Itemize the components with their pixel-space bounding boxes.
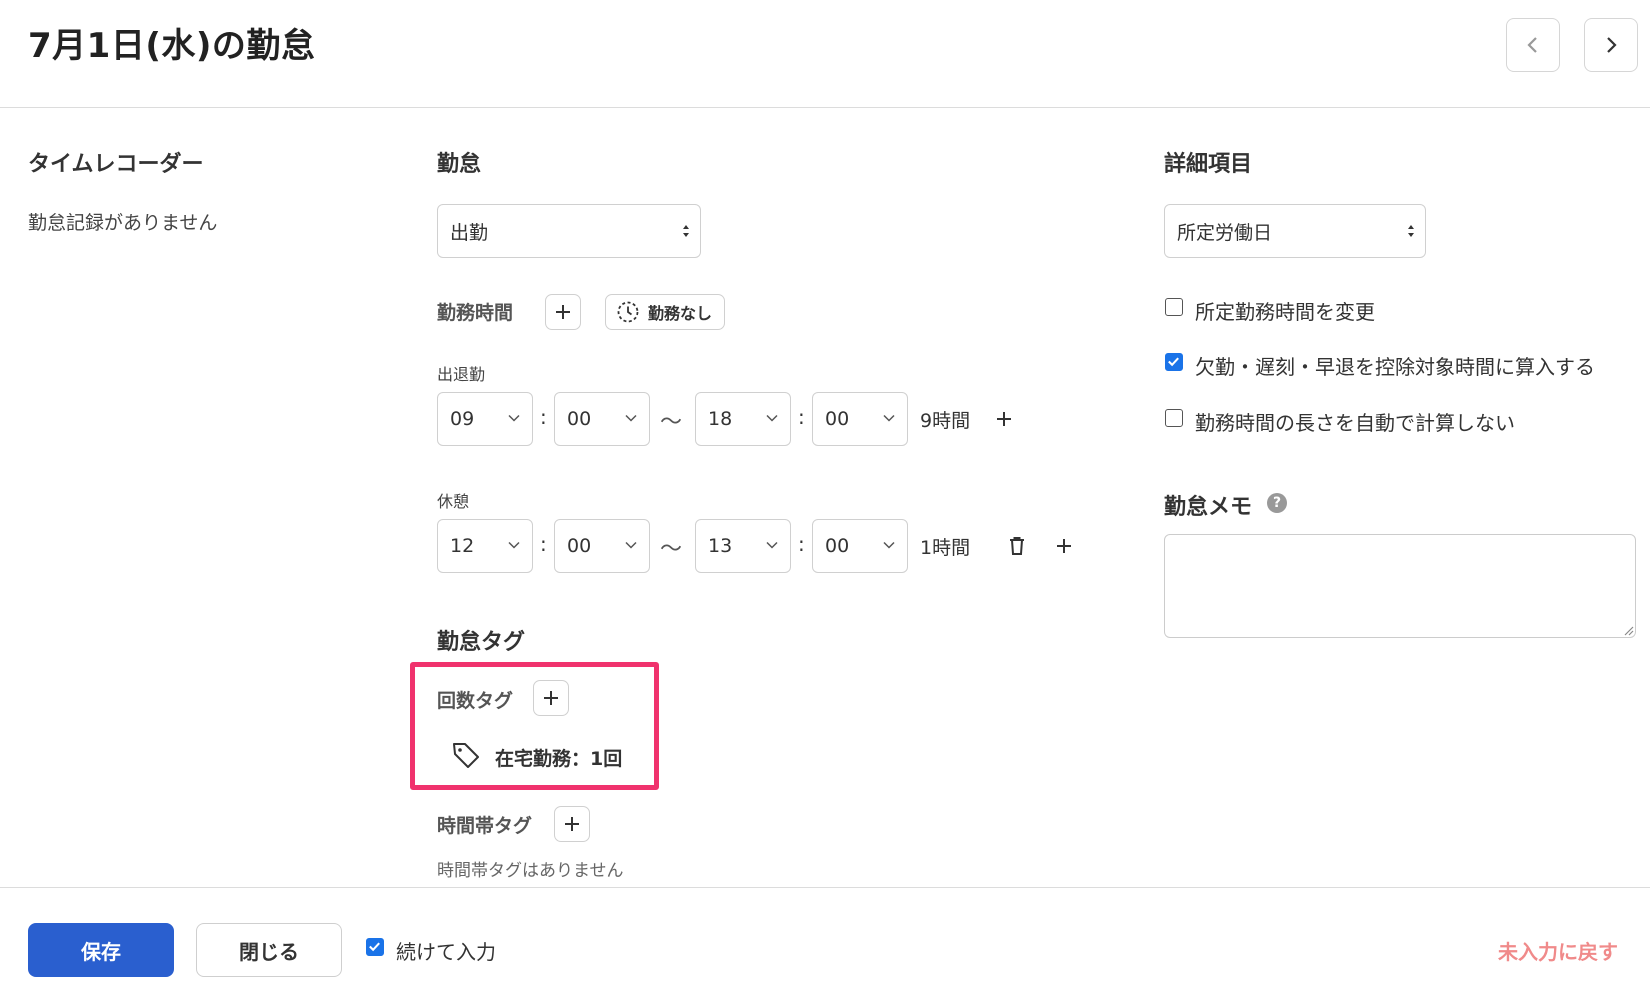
chevron-down-icon — [508, 414, 520, 422]
time-tilde: ～ — [660, 537, 683, 562]
page-header: 7月1日(水)の勤怠 — [0, 0, 1650, 108]
tags-heading: 勤怠タグ — [437, 630, 526, 655]
break-start-min-value: 00 — [567, 535, 592, 557]
chevron-down-icon — [766, 541, 778, 549]
shift-end-hour-value: 18 — [708, 408, 733, 430]
no-work-button[interactable]: 勤務なし — [605, 294, 726, 330]
help-icon[interactable]: ? — [1267, 493, 1287, 513]
no-work-label: 勤務なし — [648, 304, 713, 323]
continue-input-checkbox[interactable] — [366, 938, 384, 956]
time-colon: : — [540, 532, 547, 556]
resize-grip-icon[interactable] — [1622, 624, 1634, 636]
page-title: 7月1日(水)の勤怠 — [28, 26, 316, 66]
checkmark-icon — [1168, 357, 1179, 367]
select-updown-icon — [1408, 225, 1414, 237]
plus-icon — [997, 412, 1011, 426]
break-end-min-select[interactable]: 00 — [812, 519, 908, 573]
save-button[interactable]: 保存 — [28, 923, 174, 977]
add-break-button[interactable] — [1052, 534, 1076, 558]
chevron-down-icon — [625, 541, 637, 549]
break-end-min-value: 00 — [825, 535, 850, 557]
attendance-type-select[interactable]: 出勤 — [437, 204, 701, 258]
change-scheduled-hours-label: 所定勤務時間を変更 — [1195, 300, 1375, 324]
add-work-time-button[interactable] — [545, 294, 581, 330]
time-tilde: ～ — [660, 410, 683, 435]
shift-start-min-select[interactable]: 00 — [554, 392, 650, 446]
break-label: 休憩 — [437, 492, 470, 511]
day-type-select[interactable]: 所定労働日 — [1164, 204, 1426, 258]
details-heading: 詳細項目 — [1164, 152, 1253, 177]
timezone-tag-empty: 時間帯タグはありません — [437, 861, 624, 881]
trash-icon — [1010, 537, 1024, 555]
add-shift-button[interactable] — [992, 407, 1016, 431]
shift-start-hour-value: 09 — [450, 408, 475, 430]
attendance-heading: 勤怠 — [437, 152, 482, 177]
break-end-hour-select[interactable]: 13 — [695, 519, 791, 573]
attendance-type-value: 出勤 — [450, 221, 489, 244]
shift-end-hour-select[interactable]: 18 — [695, 392, 791, 446]
add-count-tag-button[interactable] — [533, 680, 569, 716]
shift-label: 出退勤 — [437, 365, 486, 384]
footer-divider — [0, 887, 1650, 888]
day-type-value: 所定労働日 — [1177, 221, 1273, 244]
close-button[interactable]: 閉じる — [196, 923, 342, 977]
break-start-min-select[interactable]: 00 — [554, 519, 650, 573]
chevron-down-icon — [883, 414, 895, 422]
reset-to-empty-link[interactable]: 未入力に戻す — [1498, 936, 1618, 965]
break-duration: 1時間 — [920, 537, 971, 559]
chevron-down-icon — [883, 541, 895, 549]
chevron-left-icon — [1527, 37, 1537, 53]
timerecorder-heading: タイムレコーダー — [28, 152, 204, 177]
memo-heading: 勤怠メモ — [1164, 495, 1253, 520]
chevron-right-icon — [1607, 37, 1617, 53]
plus-icon — [544, 691, 558, 705]
continue-input-label: 続けて入力 — [396, 940, 496, 964]
shift-start-min-value: 00 — [567, 408, 592, 430]
count-tag-item: 在宅勤務：1回 — [495, 748, 623, 770]
count-tag-label: 回数タグ — [437, 690, 514, 712]
chevron-down-icon — [508, 541, 520, 549]
prev-day-button[interactable] — [1506, 18, 1560, 72]
time-colon: : — [540, 405, 547, 429]
shift-start-hour-select[interactable]: 09 — [437, 392, 533, 446]
break-end-hour-value: 13 — [708, 535, 733, 557]
tag-icon — [453, 743, 479, 768]
plus-icon — [1057, 539, 1071, 553]
plus-icon — [556, 305, 570, 319]
time-colon: : — [798, 532, 805, 556]
work-time-label: 勤務時間 — [437, 302, 514, 324]
deduct-absence-label: 欠勤・遅刻・早退を控除対象時間に算入する — [1195, 355, 1595, 379]
shift-duration: 9時間 — [920, 410, 971, 432]
change-scheduled-hours-checkbox[interactable] — [1165, 298, 1183, 316]
timezone-tag-label: 時間帯タグ — [437, 815, 533, 837]
no-auto-calc-label: 勤務時間の長さを自動で計算しない — [1195, 411, 1515, 435]
next-day-button[interactable] — [1584, 18, 1638, 72]
clock-dashed-icon — [617, 301, 639, 323]
break-start-hour-select[interactable]: 12 — [437, 519, 533, 573]
no-auto-calc-checkbox[interactable] — [1165, 409, 1183, 427]
shift-end-min-select[interactable]: 00 — [812, 392, 908, 446]
plus-icon — [565, 817, 579, 831]
time-colon: : — [798, 405, 805, 429]
delete-break-button[interactable] — [1005, 534, 1029, 558]
deduct-absence-checkbox[interactable] — [1165, 353, 1183, 371]
chevron-down-icon — [625, 414, 637, 422]
select-updown-icon — [683, 225, 689, 237]
memo-textarea[interactable] — [1164, 534, 1636, 638]
timerecorder-empty-text: 勤怠記録がありません — [28, 212, 218, 234]
checkmark-icon — [369, 942, 380, 952]
shift-end-min-value: 00 — [825, 408, 850, 430]
break-start-hour-value: 12 — [450, 535, 475, 557]
chevron-down-icon — [766, 414, 778, 422]
add-timezone-tag-button[interactable] — [554, 806, 590, 842]
